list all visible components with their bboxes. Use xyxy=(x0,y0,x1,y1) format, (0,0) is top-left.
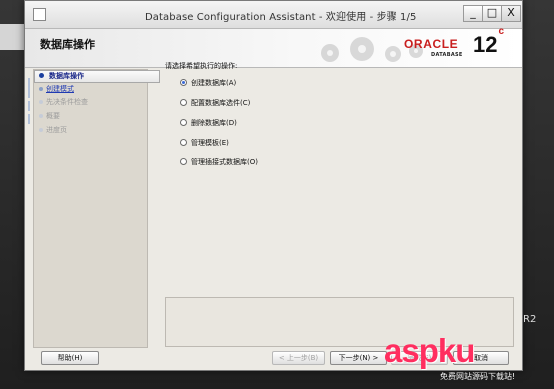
background-window-edge xyxy=(0,24,26,50)
site-watermark: aspku 免费网站源码下载站! xyxy=(384,332,549,384)
step-dot-icon xyxy=(39,128,43,132)
minimize-button[interactable]: _ xyxy=(463,5,483,22)
step-database-operation[interactable]: 数据库操作 xyxy=(34,70,160,83)
oracle-brand-text: ORACLE xyxy=(404,37,459,51)
step-dot-icon xyxy=(39,100,43,104)
maximize-button[interactable]: □ xyxy=(482,5,502,22)
close-button[interactable]: X xyxy=(501,5,521,22)
page-title: 数据库操作 xyxy=(40,38,95,51)
background-label: R2 xyxy=(523,314,537,325)
instruction-text: 请选择希望执行的操作: xyxy=(165,62,238,70)
current-step-icon xyxy=(39,73,44,78)
step-dot-icon xyxy=(39,114,43,118)
option-label: 创建数据库(A) xyxy=(191,79,237,87)
window-title: Database Configuration Assistant - 欢迎使用 … xyxy=(145,12,417,23)
watermark-logo: aspku xyxy=(384,332,475,369)
step-dot-icon xyxy=(39,87,43,91)
step-label: 数据库操作 xyxy=(49,72,84,80)
option-label: 配置数据库选件(C) xyxy=(191,99,251,107)
app-icon xyxy=(33,8,46,21)
step-label: 进度页 xyxy=(46,126,67,134)
steps-sidebar: 数据库操作 创建模式 先决条件检查 概要 进度页 xyxy=(28,69,160,348)
step-label: 先决条件检查 xyxy=(46,98,88,106)
next-button[interactable]: 下一步(N) > xyxy=(330,351,387,365)
radio-button[interactable] xyxy=(180,139,187,146)
step-summary: 概要 xyxy=(39,111,60,122)
operation-panel: 请选择希望执行的操作: 创建数据库(A) 配置数据库选件(C) 删除数据库(D)… xyxy=(165,61,515,286)
radio-button[interactable] xyxy=(180,119,187,126)
step-prerequisite-checks: 先决条件检查 xyxy=(39,97,88,108)
radio-button[interactable] xyxy=(180,99,187,106)
back-button[interactable]: < 上一步(B) xyxy=(272,351,325,365)
option-label: 管理插接式数据库(O) xyxy=(191,158,258,166)
step-creation-mode[interactable]: 创建模式 xyxy=(39,84,74,95)
version-suffix: c xyxy=(498,25,505,37)
step-progress: 进度页 xyxy=(39,125,67,136)
option-label: 删除数据库(D) xyxy=(191,119,237,127)
step-label: 创建模式 xyxy=(46,85,74,93)
help-button[interactable]: 帮助(H) xyxy=(41,351,99,365)
watermark-tagline: 免费网站源码下载站! xyxy=(440,372,516,381)
version-number: 12 xyxy=(473,32,498,57)
title-bar[interactable]: Database Configuration Assistant - 欢迎使用 … xyxy=(25,1,522,29)
step-label: 概要 xyxy=(46,112,60,120)
radio-button[interactable] xyxy=(180,158,187,165)
dbca-window: Database Configuration Assistant - 欢迎使用 … xyxy=(24,0,523,371)
radio-button[interactable] xyxy=(180,79,187,86)
database-brand-text: DATABASE xyxy=(431,52,463,58)
option-label: 管理模板(E) xyxy=(191,139,229,147)
version-logo: 12c xyxy=(473,26,504,58)
screen: Database Configuration Assistant - 欢迎使用 … xyxy=(0,0,554,389)
